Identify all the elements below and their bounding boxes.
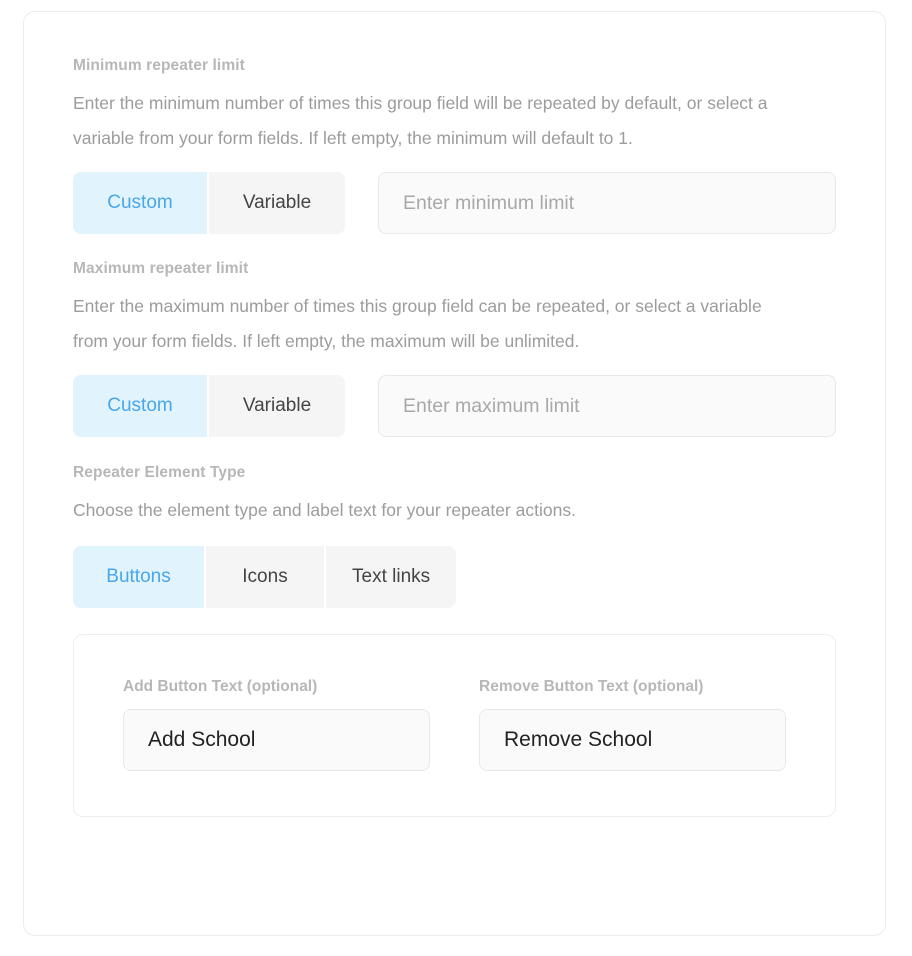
element-type-description: Choose the element type and label text f… <box>73 500 576 520</box>
minimum-limit-input[interactable] <box>378 172 836 234</box>
add-button-text-label: Add Button Text (optional) <box>123 678 318 695</box>
minimum-limit-description: Enter the minimum number of times this g… <box>73 93 768 148</box>
repeater-element-type-section: Repeater Element Type Choose the element… <box>24 463 885 608</box>
minimum-limit-controls: Custom Variable <box>73 172 836 234</box>
add-button-text-input[interactable] <box>123 709 430 771</box>
element-type-buttons-tab[interactable]: Buttons <box>73 546 206 608</box>
maximum-mode-variable-tab[interactable]: Variable <box>209 375 345 437</box>
remove-button-text-input[interactable] <box>479 709 786 771</box>
repeater-settings-card: Minimum repeater limit Enter the minimum… <box>23 11 886 936</box>
maximum-limit-description: Enter the maximum number of times this g… <box>73 296 762 351</box>
minimum-repeater-limit-section: Minimum repeater limit Enter the minimum… <box>24 56 885 234</box>
card-content: Minimum repeater limit Enter the minimum… <box>24 12 885 817</box>
minimum-mode-custom-tab[interactable]: Custom <box>73 172 209 234</box>
add-button-text-group: Add Button Text (optional) <box>123 677 430 771</box>
minimum-mode-variable-tab[interactable]: Variable <box>209 172 345 234</box>
element-type-text-links-tab[interactable]: Text links <box>326 546 457 608</box>
minimum-limit-mode-tabs: Custom Variable <box>73 172 345 234</box>
remove-button-text-label: Remove Button Text (optional) <box>479 678 704 695</box>
maximum-limit-controls: Custom Variable <box>73 375 836 437</box>
maximum-limit-label: Maximum repeater limit <box>73 260 249 277</box>
maximum-repeater-limit-section: Maximum repeater limit Enter the maximum… <box>24 259 885 437</box>
element-type-label: Repeater Element Type <box>73 464 246 481</box>
element-type-icons-tab[interactable]: Icons <box>206 546 326 608</box>
element-type-tabs: Buttons Icons Text links <box>73 546 457 608</box>
maximum-mode-custom-tab[interactable]: Custom <box>73 375 209 437</box>
element-type-controls: Buttons Icons Text links <box>73 546 836 608</box>
maximum-limit-mode-tabs: Custom Variable <box>73 375 345 437</box>
maximum-limit-input[interactable] <box>378 375 836 437</box>
remove-button-text-group: Remove Button Text (optional) <box>479 677 786 771</box>
page-root: Minimum repeater limit Enter the minimum… <box>0 0 912 956</box>
minimum-limit-label: Minimum repeater limit <box>73 57 245 74</box>
button-text-panel: Add Button Text (optional) Remove Button… <box>73 634 836 817</box>
